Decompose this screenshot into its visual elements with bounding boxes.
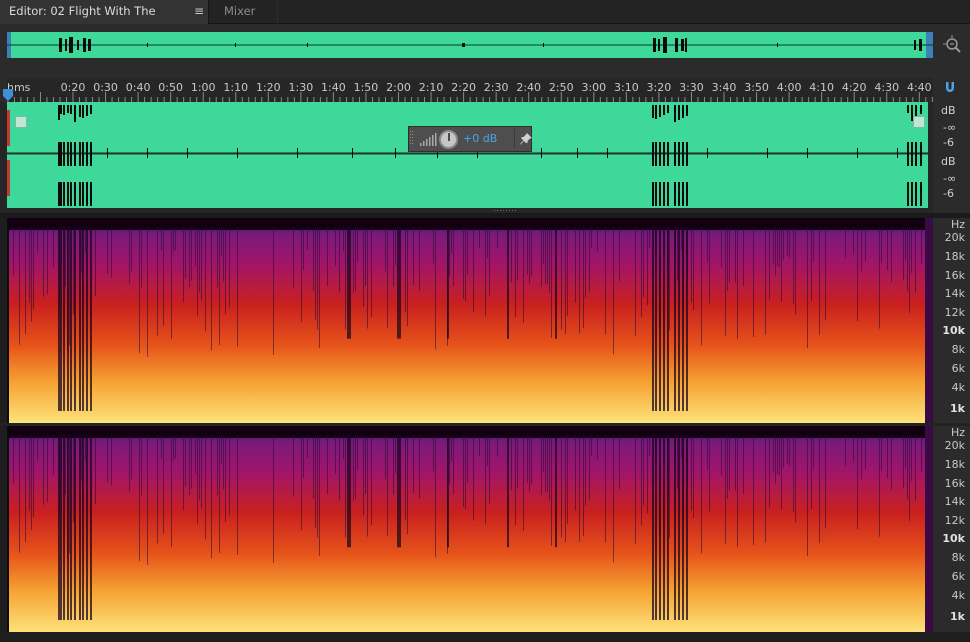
db-minus6-ch2: -6 (943, 187, 954, 200)
spectral-display-ch1[interactable] (7, 218, 933, 423)
frequency-scale-ch2: Hz 20k 18k 16k 14k 12k 10k 8k 6k 4k 1k (933, 426, 970, 632)
ruler-tick-label: 2:10 (418, 81, 444, 94)
resize-grip-icon[interactable] (494, 209, 518, 213)
ruler-tick-label: 1:10 (223, 81, 249, 94)
ruler-tick-label: 3:40 (711, 81, 737, 94)
frequency-tick-label: 14k (944, 287, 965, 300)
pin-icon[interactable] (519, 132, 533, 146)
ruler-tick-label: 1:50 (353, 81, 379, 94)
frequency-tick-label: 4k (951, 381, 965, 394)
frequency-tick-label: 12k (944, 514, 965, 527)
channel-1-indicator (7, 110, 10, 146)
overview-waveform[interactable] (7, 32, 933, 58)
frequency-tick-label: 20k (944, 231, 965, 244)
volume-value[interactable]: +0 dB (463, 132, 497, 145)
ruler-tick-label: 2:20 (451, 81, 476, 94)
ruler-tick-label: 3:30 (679, 81, 704, 94)
frequency-scale-ch1: Hz 20k 18k 16k 14k 12k 10k 8k 6k 4k 1k (933, 218, 970, 423)
frequency-tick-label: 8k (951, 551, 965, 564)
frequency-tick-label: 6k (951, 570, 965, 583)
ruler-tick-label: 2:00 (386, 81, 411, 94)
tab-editor[interactable]: Editor: 02 Flight With The Iron.mp3 (0, 0, 209, 41)
frequency-tick-label: 10k (942, 532, 965, 545)
db-unit-ch1: dB (941, 104, 956, 117)
ruler-tick-label: 3:50 (744, 81, 769, 94)
frequency-tick-label: 14k (944, 495, 965, 508)
volume-hud[interactable]: +0 dB (408, 126, 532, 152)
frequency-tick-label: 6k (951, 362, 965, 375)
db-inf-ch2: -∞ (943, 172, 957, 185)
ruler-tick-label: 4:30 (874, 81, 900, 94)
waveform-display[interactable] (7, 102, 933, 208)
bottom-strip (0, 632, 970, 642)
ruler-tick-label: 1:20 (255, 81, 281, 94)
hud-divider (514, 129, 515, 149)
waveform-panel[interactable] (0, 102, 970, 213)
ruler-tick-label: 3:10 (613, 81, 639, 94)
level-meter-icon (420, 133, 437, 146)
ruler-tick-label: 4:40 (906, 81, 932, 94)
ruler-tick-label: 2:50 (548, 81, 574, 94)
magnet-icon[interactable] (943, 80, 957, 94)
db-minus6-ch1: -6 (943, 136, 954, 149)
frequency-tick-label: 1k (950, 610, 965, 623)
ruler-tick-label: 1:00 (190, 81, 216, 94)
frequency-tick-label: 20k (944, 439, 965, 452)
frequency-tick-label: 18k (944, 458, 965, 471)
frequency-tick-label: 8k (951, 343, 965, 356)
spectral-display-ch2[interactable] (7, 426, 933, 632)
ruler-tick-label: 4:10 (809, 81, 834, 94)
ruler-tick-label: 1:40 (321, 81, 346, 94)
volume-knob[interactable] (439, 130, 458, 149)
ruler-tick-label: 2:30 (483, 81, 509, 94)
frequency-tick-label: 16k (944, 269, 965, 282)
frequency-tick-label: 18k (944, 250, 965, 263)
frequency-tick-label: 4k (951, 589, 965, 602)
waveform-graph (7, 102, 933, 208)
hud-grip-icon[interactable] (410, 130, 414, 148)
hz-unit-label: Hz (950, 426, 965, 439)
frequency-tick-label: 10k (942, 324, 965, 337)
hz-unit-label: Hz (950, 218, 965, 231)
ruler-tick-label: 3:20 (646, 81, 672, 94)
amplitude-scale: dB -∞ -6 dB -∞ -6 (933, 102, 970, 213)
playhead-icon[interactable] (2, 88, 14, 102)
ruler-tick-label: 1:30 (288, 81, 314, 94)
tab-menu-icon[interactable]: ≡ (193, 0, 205, 24)
ruler-tick-label: 0:40 (125, 81, 151, 94)
fade-out-handle[interactable] (913, 116, 925, 128)
db-unit-ch2: dB (941, 155, 956, 168)
ruler-tick-label: 4:20 (841, 81, 867, 94)
tab-bar: Editor: 02 Flight With The Iron.mp3 ≡ Mi… (0, 0, 970, 41)
ruler-tick-label: 0:20 (60, 81, 86, 94)
frequency-tick-label: 12k (944, 306, 965, 319)
fade-in-handle[interactable] (15, 116, 27, 128)
db-inf-ch1: -∞ (943, 121, 957, 134)
tab-mixer-label: Mixer (224, 4, 256, 18)
tab-mixer[interactable]: Mixer (210, 0, 278, 24)
ruler-tick-label: 0:50 (158, 81, 183, 94)
ruler-tick-label: 4:00 (776, 81, 802, 94)
zoom-icon[interactable] (941, 34, 963, 56)
overview-panel[interactable] (0, 24, 970, 70)
ruler-tick-label: 3:00 (581, 81, 607, 94)
frequency-tick-label: 1k (950, 402, 965, 415)
spectrogram-ch1 (7, 218, 933, 423)
channel-2-indicator (7, 160, 10, 196)
ruler-tick-label: 0:30 (93, 81, 118, 94)
frequency-tick-label: 16k (944, 477, 965, 490)
spectrogram-ch2 (7, 426, 933, 632)
ruler-tick-label: 2:40 (516, 81, 542, 94)
